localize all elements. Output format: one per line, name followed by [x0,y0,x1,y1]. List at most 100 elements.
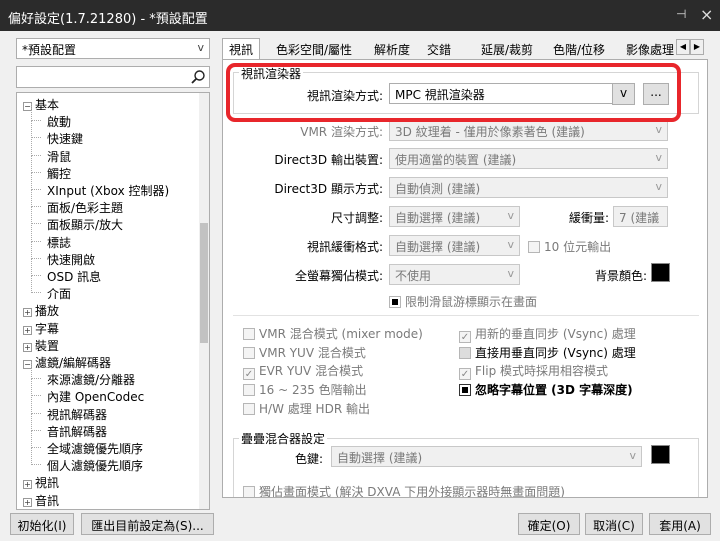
tree-item[interactable]: 快速鍵 [31,121,83,147]
tree-item[interactable]: 觸控 [31,155,71,182]
direct-vsync-checkbox[interactable]: 直接用垂直同步 (Vsync) 處理 [459,344,636,361]
chevron-down-icon: v [197,41,204,54]
tree-scrollbar-thumb[interactable] [200,223,208,343]
background-color-swatch[interactable] [651,263,670,282]
tree-item[interactable]: 啟動 [31,104,71,130]
flip-compat-checkbox[interactable]: ✓ Flip 模式時採用相容模式 [459,362,608,380]
tree-item[interactable]: 面板顯示/放大 [31,207,124,233]
tree-guide-line [31,259,41,276]
color-key-select[interactable]: 自動選擇 (建議) v [331,446,642,467]
settings-tree[interactable]: − 基本 啟動 快速鍵 滑鼠 觸控 XInput (Xbox 控制器) 面板/色彩主題面板顯示… [16,92,210,510]
tab-color-space[interactable]: 色彩空間/屬性 [276,41,352,58]
highlight-annotation [226,63,681,122]
tree-item[interactable]: + 字幕 [23,320,59,337]
profile-select[interactable]: *預設配置 v [16,38,210,59]
expand-icon[interactable]: + [23,480,32,490]
d3d-output-select[interactable]: 使用適當的裝置 (建議) v [389,148,668,169]
tree-item[interactable]: 內建 OpenCodec [31,379,144,405]
cancel-button[interactable]: 取消(C) [585,513,643,535]
tree-guide-line [31,155,41,173]
tree-item-label: XInput (Xbox 控制器) [47,184,170,198]
tree-item[interactable]: 視訊解碼器 [31,396,107,423]
resize-select[interactable]: 自動選擇 (建議) v [389,206,520,227]
d3d-display-label: Direct3D 顯示方式: [274,182,383,196]
tree-item-label: 面板顯示/放大 [47,218,124,233]
tree-item[interactable]: 快速開啟 [31,241,96,268]
reset-button[interactable]: 初始化(I) [10,513,74,535]
tree-scrollbar[interactable] [199,93,209,509]
tree-guide-line [31,396,41,414]
tree-item[interactable]: − 基本 [23,96,59,113]
d3d-output-value: 使用適當的裝置 (建議) [395,153,517,167]
ten-bit-output-label: 10 位元輸出 [544,240,612,254]
tree-item[interactable]: 標誌 [31,224,71,251]
limit-cursor-checkbox[interactable]: 限制滑鼠游標顯示在畫面 [389,293,537,310]
color-key-value: 自動選擇 (建議) [337,451,423,465]
tree-guide-line [31,190,41,208]
tree-item-label: 音訊解碼器 [47,424,108,439]
vmr-mixer-mode-label: VMR 混合模式 (mixer mode) [259,327,423,341]
expand-icon[interactable]: + [23,342,32,352]
color-key-swatch[interactable] [651,445,670,464]
tree-item[interactable]: 面板/色彩主題 [31,190,123,216]
fullscreen-exclusive-select[interactable]: 不使用 v [389,264,520,285]
tree-item[interactable]: OSD 訊息 [31,259,101,285]
expand-icon[interactable]: + [23,325,32,335]
tree-item[interactable]: + 視訊 [23,474,59,491]
check-icon: ✓ [459,331,471,343]
magnifier-icon[interactable] [190,69,206,85]
search-input[interactable] [16,66,210,88]
tree-item[interactable]: + 裝置 [23,337,59,354]
tree-item[interactable]: 全域濾鏡優先順序 [31,431,143,457]
new-vsync-label: 用新的垂直同步 (Vsync) 處理 [475,327,636,341]
tab-next-icon[interactable]: ▶ [690,39,704,55]
close-icon[interactable]: × [700,5,713,24]
evr-yuv-mix-checkbox[interactable]: ✓ EVR YUV 混合模式 [243,362,363,380]
new-vsync-checkbox[interactable]: ✓ 用新的垂直同步 (Vsync) 處理 [459,325,636,343]
chevron-down-icon: v [655,151,662,164]
vmr-yuv-mix-checkbox[interactable]: VMR YUV 混合模式 [243,344,366,361]
tree-item[interactable]: 音訊解碼器 [31,413,108,440]
vmr-mixer-mode-checkbox[interactable]: VMR 混合模式 (mixer mode) [243,325,423,342]
hw-hdr-output-checkbox[interactable]: H/W 處理 HDR 輸出 [243,400,370,417]
divider [233,315,699,316]
buffer-select[interactable]: 7 (建議 [613,206,668,227]
ten-bit-output-checkbox[interactable]: 10 位元輸出 [528,238,611,255]
export-settings-button[interactable]: 匯出目前設定為(S)... [81,513,214,535]
pin-icon[interactable]: ⊣ [676,7,686,21]
tree-guide-line [31,121,41,139]
checkbox-box [528,241,540,253]
tab-stretch-crop[interactable]: 延展/裁剪 [481,41,533,58]
tree-item[interactable]: 滑鼠 [31,138,71,165]
tree-guide-line [31,413,41,431]
apply-button[interactable]: 套用(A) [649,513,711,535]
resize-label: 尺寸調整: [330,211,383,225]
tab-resolution[interactable]: 解析度 [374,41,410,58]
tree-item[interactable]: + 音訊 [23,492,59,509]
levels-16-235-checkbox[interactable]: 16 ~ 235 色階輸出 [243,381,367,398]
tree-item[interactable]: XInput (Xbox 控制器) [31,173,170,199]
checkbox-box [243,486,255,497]
tree-item[interactable]: 來源濾鏡/分離器 [31,362,135,388]
tab-image-processing[interactable]: 影像處理 [626,41,674,58]
ok-button[interactable]: 確定(O) [518,513,580,535]
expand-icon[interactable]: + [23,497,32,507]
tree-item-label: 播放 [35,304,60,319]
tree-item[interactable]: + 播放 [23,302,59,319]
tree-guide-line [31,448,41,466]
ignore-subtitle-position-checkbox[interactable]: 忽略字幕位置 (3D 字幕深度) [459,381,633,398]
d3d-display-select[interactable]: 自動偵測 (建議) v [389,177,668,198]
tree-item[interactable]: 介面 [31,276,71,302]
vmr-mode-select[interactable]: 3D 紋理着 - 僅用於像素著色 (建議) v [389,120,668,141]
tab-interlace[interactable]: 交錯 [427,41,451,58]
tab-video[interactable]: 視訊 [222,38,261,60]
tree-item-label: 快速開啟 [47,252,96,267]
tab-levels-shift[interactable]: 色階/位移 [553,41,605,58]
expand-icon[interactable]: + [23,308,32,318]
limit-cursor-label: 限制滑鼠游標顯示在畫面 [405,295,538,309]
tab-prev-icon[interactable]: ◀ [676,39,690,55]
evr-yuv-mix-label: EVR YUV 混合模式 [259,364,364,378]
exclusive-screen-mode-checkbox[interactable]: 獨佔畫面模式 (解決 DXVA 下用外接顯示器時無畫面問題) [243,483,565,497]
tree-item[interactable]: 個人濾鏡優先順序 [31,448,143,474]
buffer-format-select[interactable]: 自動選擇 (建議) v [389,235,520,256]
